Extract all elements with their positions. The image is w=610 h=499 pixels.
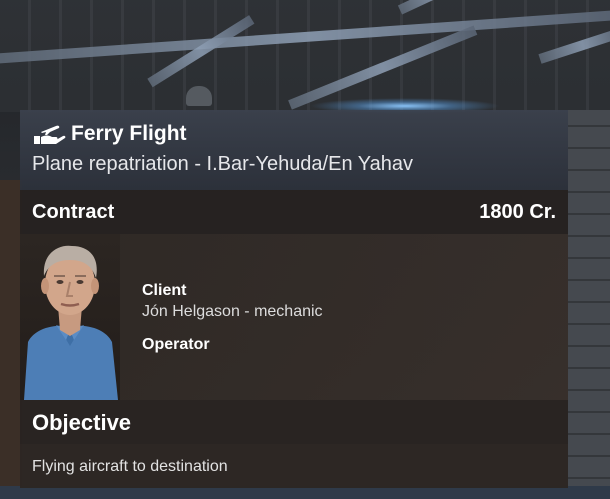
- mission-panel: Ferry Flight Plane repatriation - I.Bar-…: [20, 110, 568, 488]
- hangar-wall-left: [0, 180, 22, 499]
- mission-title: Ferry Flight: [71, 122, 187, 145]
- client-section: Client Jón Helgason - mechanic Operator: [20, 234, 568, 400]
- contract-reward: 1800 Cr.: [479, 201, 556, 223]
- client-name: Jón Helgason - mechanic: [142, 303, 323, 320]
- operator-label: Operator: [142, 336, 210, 353]
- objective-description-row: Flying aircraft to destination: [20, 444, 568, 488]
- mission-subtitle: Plane repatriation - I.Bar-Yehuda/En Yah…: [32, 153, 413, 175]
- mission-header: Ferry Flight Plane repatriation - I.Bar-…: [20, 110, 568, 190]
- hangar-wall: [568, 110, 610, 499]
- objective-label: Objective: [32, 410, 132, 435]
- objective-text: Flying aircraft to destination: [32, 458, 228, 475]
- client-label: Client: [142, 282, 187, 299]
- client-portrait: [20, 234, 120, 400]
- hand-with-plane-icon: [32, 124, 66, 146]
- hangar-lamp: [186, 86, 212, 106]
- contract-label: Contract: [32, 201, 115, 223]
- contract-row: Contract 1800 Cr.: [20, 190, 568, 234]
- objective-row: Objective: [20, 400, 568, 444]
